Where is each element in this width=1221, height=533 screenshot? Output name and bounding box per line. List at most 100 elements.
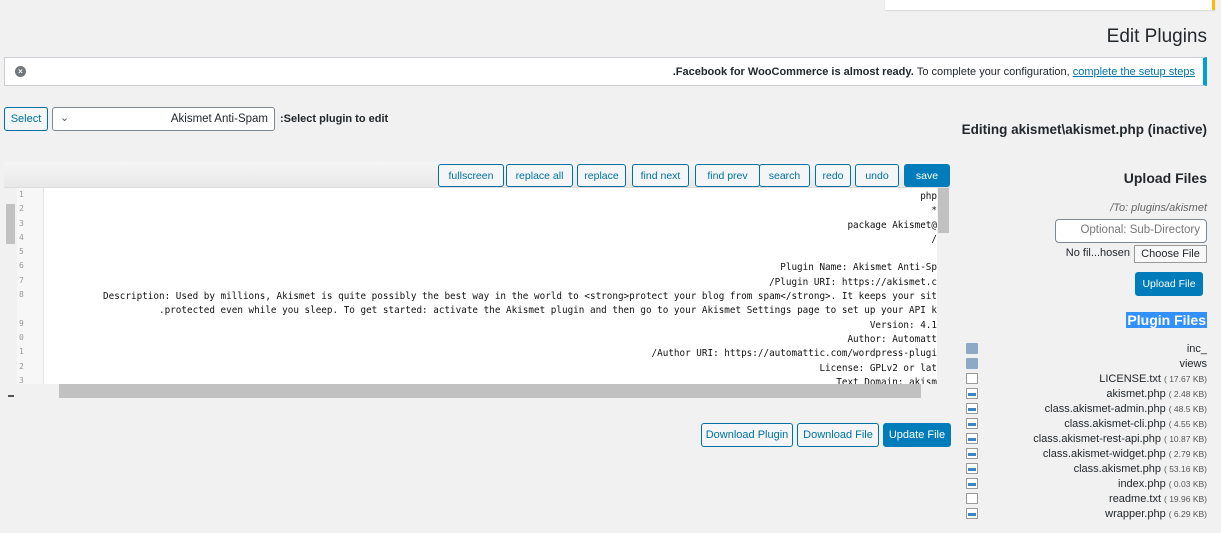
plugin-file-list: inc_ views LICENSE.txt( 17.67 KB) akismet.p… — [966, 341, 1207, 521]
download-plugin-button[interactable]: Download Plugin — [701, 423, 793, 447]
toolbar-replace-button[interactable]: replace — [577, 164, 626, 187]
file-item[interactable]: LICENSE.txt( 17.67 KB) — [966, 371, 1207, 386]
code-line[interactable]: Text Domain: akism — [45, 376, 937, 384]
file-size: ( 19.96 KB) — [1164, 493, 1207, 504]
code-line[interactable]: .protected even while you sleep. To get … — [45, 304, 937, 318]
file-size: ( 2.48 KB) — [1168, 388, 1207, 399]
toolbar-find-next-button[interactable]: find next — [632, 164, 689, 187]
file-size: ( 48.5 KB) — [1168, 403, 1207, 414]
file-php-icon — [966, 433, 978, 444]
file-name[interactable]: views — [1179, 358, 1207, 370]
file-size: ( 6.29 KB) — [1168, 508, 1207, 519]
file-size: ( 2.79 KB) — [1168, 448, 1207, 459]
code-line[interactable]: Plugin Name: Akismet Anti-Sp — [45, 261, 937, 275]
folder-icon — [966, 343, 978, 354]
file-size: ( 10.87 KB) — [1164, 433, 1207, 444]
code-lines[interactable]: php * package Akismet@ / Plugin Name: Akisme… — [45, 190, 937, 384]
folder-icon — [966, 358, 978, 369]
file-php-icon — [966, 448, 978, 459]
toolbar-fullscreen-button[interactable]: fullscreen — [438, 164, 504, 187]
select-plugin-button[interactable]: Select — [4, 107, 48, 131]
code-line[interactable]: package Akismet@ — [45, 219, 937, 233]
file-name[interactable]: wrapper.php — [1105, 508, 1166, 520]
toolbar-redo-button[interactable]: redo — [815, 164, 851, 187]
toolbar-undo-button[interactable]: undo — [855, 164, 899, 187]
setup-steps-link[interactable]: complete the setup steps — [1073, 66, 1195, 78]
notice-bold: .Facebook for WooCommerce is almost read… — [672, 65, 914, 78]
file-item[interactable]: akismet.php( 2.48 KB) — [966, 386, 1207, 401]
toolbar-save-button[interactable]: save — [904, 164, 950, 187]
code-editor[interactable]: 1234567890123 php * package Akismet@ / Plugi… — [4, 188, 950, 384]
upload-file-button[interactable]: Upload File — [1135, 272, 1203, 296]
code-line[interactable]: php — [45, 190, 937, 204]
dismiss-icon[interactable]: × — [15, 66, 26, 77]
file-name[interactable]: class.akismet-admin.php — [1045, 403, 1166, 415]
file-item[interactable]: index.php( 0.03 KB) — [966, 476, 1207, 491]
file-name[interactable]: inc_ — [1187, 343, 1207, 355]
vertical-scrollbar[interactable] — [937, 188, 950, 384]
gutter-scrollbar[interactable] — [4, 188, 17, 384]
horizontal-scrollbar[interactable] — [30, 384, 950, 398]
subdirectory-input[interactable]: Optional: Sub-Directory — [1055, 219, 1207, 243]
file-size: ( 17.67 KB) — [1164, 373, 1207, 384]
code-line[interactable]: Author: Automatt — [45, 333, 937, 347]
file-size: ( 0.03 KB) — [1168, 478, 1207, 489]
file-name[interactable]: class.akismet-rest-api.php — [1033, 433, 1161, 445]
code-line[interactable]: * — [45, 204, 937, 218]
top-notice-box — [885, 0, 1215, 10]
toolbar-replace-all-button[interactable]: replace all — [506, 164, 573, 187]
plugin-files-heading: Plugin Files — [1126, 312, 1207, 328]
page-title: Edit Plugins — [1106, 26, 1207, 47]
scroll-thumb[interactable] — [59, 384, 921, 398]
file-php-icon — [966, 388, 978, 399]
toolbar-find-prev-button[interactable]: find prev — [695, 164, 760, 187]
choose-file-button[interactable]: Choose File — [1134, 245, 1207, 263]
download-file-button[interactable]: Download File — [797, 423, 879, 447]
plugin-select-value: Akismet Anti-Spam — [170, 113, 268, 125]
file-txt-icon — [966, 493, 978, 504]
file-item[interactable]: class.akismet-cli.php( 4.55 KB) — [966, 416, 1207, 431]
code-line[interactable]: /Author URI: https://automattic.com/word… — [45, 347, 937, 361]
code-line[interactable]: / — [45, 233, 937, 247]
no-file-label: No fil...hosen — [1065, 247, 1130, 259]
file-php-icon — [966, 463, 978, 474]
file-item[interactable]: class.akismet-widget.php( 2.79 KB) — [966, 446, 1207, 461]
code-line[interactable]: Version: 4.1 — [45, 319, 937, 333]
file-size: ( 4.55 KB) — [1168, 418, 1207, 429]
scroll-thumb[interactable] — [6, 204, 15, 244]
file-name[interactable]: LICENSE.txt — [1099, 373, 1161, 385]
file-txt-icon — [966, 373, 978, 384]
file-name[interactable]: index.php — [1118, 478, 1166, 490]
file-item[interactable]: wrapper.php( 6.29 KB) — [966, 506, 1207, 521]
file-php-icon — [966, 508, 978, 519]
update-file-button[interactable]: Update File — [883, 423, 951, 447]
editor-toolbar: fullscreen replace all replace find next fin… — [4, 162, 950, 188]
code-line[interactable] — [45, 247, 937, 261]
file-item[interactable]: inc_ — [966, 341, 1207, 356]
code-line[interactable]: /Plugin URI: https://akismet.c — [45, 276, 937, 290]
notice-text: To complete your configuration, — [916, 65, 1070, 78]
code-line[interactable]: License: GPLv2 or lat — [45, 362, 937, 376]
chevron-down-icon: ⌄ — [60, 112, 70, 124]
file-name[interactable]: readme.txt — [1109, 493, 1161, 505]
file-php-icon — [966, 418, 978, 429]
editing-heading: Editing akismet\akismet.php (inactive) — [961, 122, 1207, 137]
file-item[interactable]: class.akismet-admin.php( 48.5 KB) — [966, 401, 1207, 416]
plugin-select[interactable]: ⌄ Akismet Anti-Spam — [52, 107, 275, 131]
file-name[interactable]: akismet.php — [1106, 388, 1165, 400]
file-name[interactable]: class.akismet-widget.php — [1043, 448, 1166, 460]
code-line[interactable]: Description: Used by millions, Akismet i… — [45, 290, 937, 304]
file-php-icon — [966, 478, 978, 489]
facebook-notice: × .Facebook for WooCommerce is almost re… — [4, 57, 1207, 86]
file-item[interactable]: class.akismet-rest-api.php( 10.87 KB) — [966, 431, 1207, 446]
file-item[interactable]: readme.txt( 19.96 KB) — [966, 491, 1207, 506]
toolbar-search-button[interactable]: search — [759, 164, 810, 187]
select-plugin-label: :Select plugin to edit — [280, 113, 389, 125]
file-php-icon — [966, 403, 978, 414]
file-item[interactable]: views — [966, 356, 1207, 371]
file-size: ( 53.16 KB) — [1164, 463, 1207, 474]
file-name[interactable]: class.akismet-cli.php — [1064, 418, 1165, 430]
file-item[interactable]: class.akismet.php( 53.16 KB) — [966, 461, 1207, 476]
upload-destination: /To: plugins/akismet — [1110, 202, 1207, 214]
file-name[interactable]: class.akismet.php — [1074, 463, 1161, 475]
